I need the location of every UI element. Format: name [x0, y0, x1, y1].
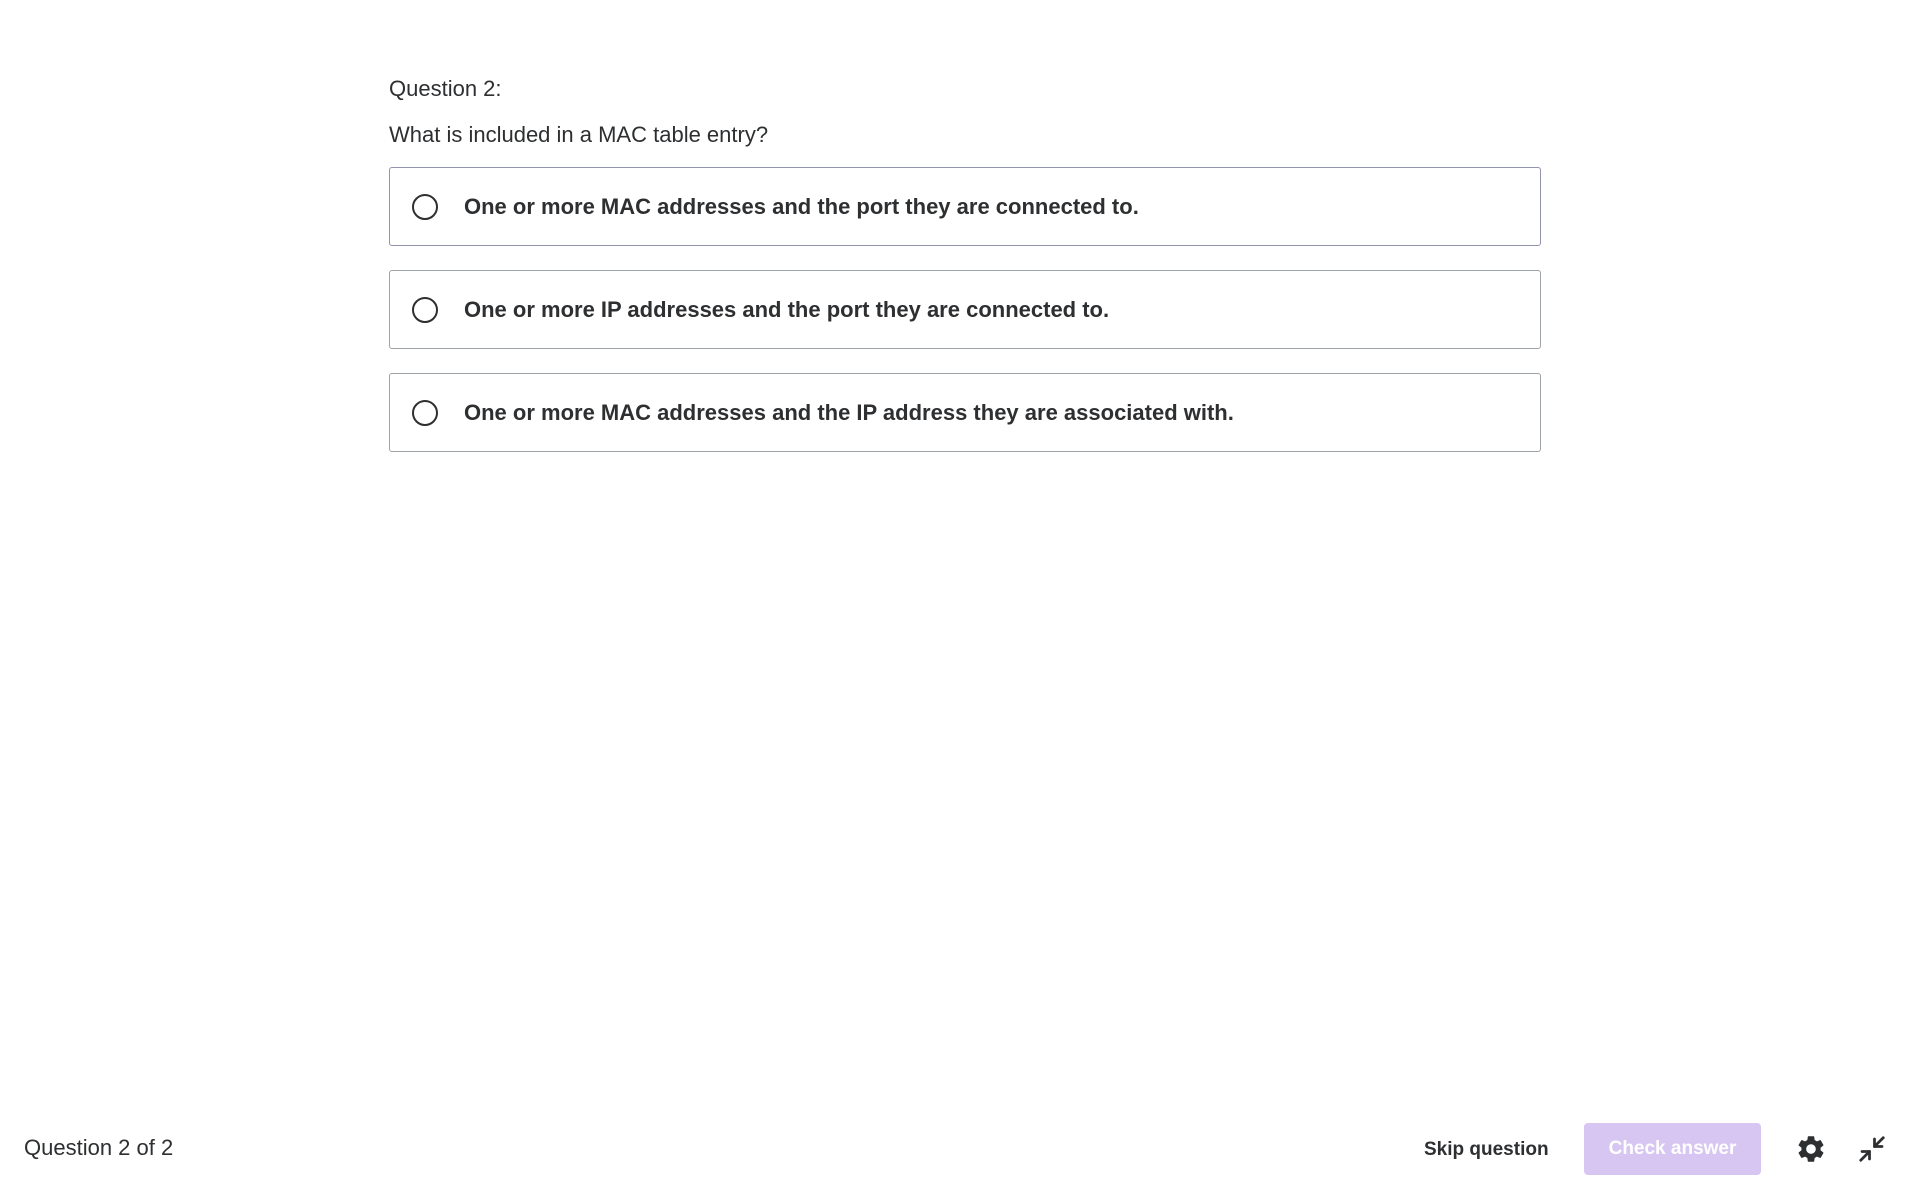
answer-label: One or more MAC addresses and the IP add… [464, 399, 1234, 425]
radio-button[interactable] [412, 296, 438, 323]
question-number: Question 2: [389, 76, 502, 101]
question-progress: Question 2 of 2 [24, 1135, 174, 1160]
settings-button[interactable] [1789, 1127, 1833, 1171]
radio-button[interactable] [412, 193, 438, 220]
question-text: What is included in a MAC table entry? [389, 122, 769, 147]
answer-label: One or more MAC addresses and the port t… [464, 193, 1139, 219]
answer-label: One or more IP addresses and the port th… [464, 296, 1110, 322]
answer-option-2[interactable]: One or more IP addresses and the port th… [389, 270, 1541, 349]
quiz-page: Question 2: What is included in a MAC ta… [0, 0, 1920, 1200]
skip-question-button[interactable]: Skip question [1408, 1126, 1565, 1174]
answer-option-1[interactable]: One or more MAC addresses and the port t… [389, 167, 1541, 246]
collapse-icon [1859, 1136, 1885, 1162]
answer-option-3[interactable]: One or more MAC addresses and the IP add… [389, 373, 1541, 452]
question-panel: Question 2: What is included in a MAC ta… [389, 74, 1541, 452]
exit-fullscreen-button[interactable] [1850, 1127, 1894, 1171]
check-answer-button[interactable]: Check answer [1584, 1123, 1761, 1175]
gear-icon [1798, 1136, 1824, 1162]
quiz-footer: Question 2 of 2 Skip question Check answ… [0, 1096, 1920, 1200]
answer-list: One or more MAC addresses and the port t… [389, 167, 1541, 452]
radio-button[interactable] [412, 399, 438, 426]
